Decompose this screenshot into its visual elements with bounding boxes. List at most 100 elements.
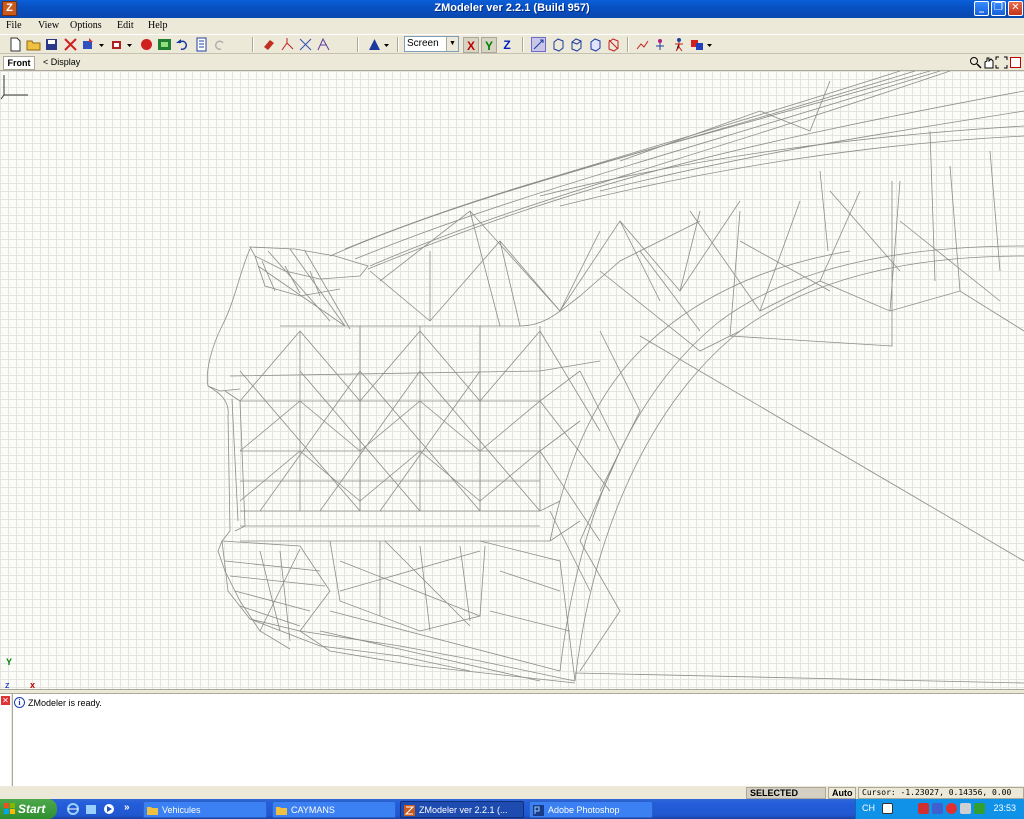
- material-dropdown-icon[interactable]: [383, 37, 391, 52]
- zoom-icon[interactable]: [969, 56, 982, 69]
- import-dropdown-icon[interactable]: [98, 37, 106, 52]
- title-bar: Z ZModeler ver 2.2.1 (Build 957) _ ❐ ✕: [0, 0, 1024, 18]
- status-bar: SELECTED MODE Auto Cursor: -1.23027, 0.1…: [0, 786, 1024, 808]
- keyboard-icon[interactable]: [882, 803, 893, 814]
- export-icon[interactable]: [110, 37, 125, 52]
- task-photoshop[interactable]: Adobe Photoshop: [529, 801, 653, 818]
- coord-system-select[interactable]: Screen ▼: [404, 36, 459, 52]
- cube-select-icon[interactable]: [551, 37, 566, 52]
- task-zmodeler[interactable]: ZModeler ver 2.2.1 (...: [400, 801, 524, 818]
- face-tool-icon[interactable]: [316, 37, 331, 52]
- axis-z-toggle[interactable]: Z: [499, 37, 515, 53]
- close-icon[interactable]: ✕: [1, 696, 10, 705]
- volume-icon[interactable]: [960, 803, 971, 814]
- system-tray: CH 23:53: [855, 799, 1024, 819]
- record-icon[interactable]: [139, 37, 154, 52]
- import-icon[interactable]: [81, 37, 96, 52]
- menu-edit[interactable]: Edit: [117, 20, 134, 31]
- cursor-coordinates: Cursor: -1.23027, 0.14356, 0.00: [858, 787, 1024, 799]
- redo-icon[interactable]: [212, 37, 227, 52]
- quicklaunch-more[interactable]: »: [124, 802, 130, 813]
- antivirus-icon[interactable]: [918, 803, 929, 814]
- undo-icon[interactable]: [175, 37, 190, 52]
- menu-bar: File View Options Edit Help: [0, 18, 1024, 34]
- toolbar-separator: [397, 37, 399, 52]
- gizmo-y-label: Y: [6, 657, 13, 667]
- internet-explorer-icon[interactable]: [66, 802, 80, 816]
- bone-icon[interactable]: [653, 37, 668, 52]
- front-viewport[interactable]: Y x z: [0, 71, 1024, 690]
- folder-icon: [147, 807, 158, 815]
- maximize-view-icon[interactable]: [1009, 56, 1022, 69]
- chevron-down-icon[interactable]: ▼: [446, 37, 458, 51]
- character-icon[interactable]: [672, 37, 687, 52]
- axis-y-toggle[interactable]: Y: [481, 37, 497, 53]
- toolbar-separator: [522, 37, 524, 52]
- photoshop-icon: [533, 805, 544, 816]
- menu-file[interactable]: File: [6, 20, 22, 31]
- paint-icon[interactable]: [262, 37, 277, 52]
- clock[interactable]: 23:53: [993, 803, 1016, 813]
- media-player-icon[interactable]: [102, 802, 116, 816]
- menu-help[interactable]: Help: [148, 20, 167, 31]
- security-shield-icon[interactable]: [946, 803, 957, 814]
- minimize-button[interactable]: _: [974, 1, 989, 16]
- close-button[interactable]: ✕: [1008, 1, 1023, 16]
- folder-icon: [276, 807, 287, 815]
- menu-view[interactable]: View: [38, 20, 59, 31]
- task-caymans[interactable]: CAYMANS: [272, 801, 396, 818]
- cube-delete-icon[interactable]: [606, 37, 621, 52]
- language-indicator[interactable]: CH: [862, 803, 875, 813]
- taskbar: Start » Vehicules CAYMANS ZModeler ver 2…: [0, 799, 1024, 819]
- select-arrow-icon[interactable]: [531, 37, 546, 52]
- auto-status: Auto: [828, 787, 856, 799]
- menu-options[interactable]: Options: [70, 20, 102, 31]
- toolbar-separator: [357, 37, 359, 52]
- axis-x-toggle[interactable]: X: [463, 37, 479, 53]
- toolbar-separator: [627, 37, 629, 52]
- edge-tool-icon[interactable]: [298, 37, 313, 52]
- start-label: Start: [18, 802, 46, 816]
- explorer-icon[interactable]: [84, 802, 98, 816]
- wireframe-mesh: [206, 71, 1024, 684]
- restore-button[interactable]: ❐: [991, 1, 1006, 16]
- save-icon[interactable]: [44, 37, 59, 52]
- zmodeler-icon: [404, 805, 415, 816]
- view-tab-front[interactable]: Front: [3, 56, 35, 70]
- selected-mode-status: SELECTED MODE: [746, 787, 826, 808]
- network-icon[interactable]: [932, 803, 943, 814]
- link-icon[interactable]: [635, 37, 650, 52]
- log-panel: ✕ i ZModeler is ready.: [0, 693, 1024, 786]
- cube-rotate-icon[interactable]: [588, 37, 603, 52]
- windows-flag-icon: [4, 803, 15, 814]
- log-entry: i ZModeler is ready.: [14, 697, 102, 708]
- material-icon[interactable]: [367, 37, 382, 52]
- render-icon[interactable]: [157, 37, 172, 52]
- display-menu[interactable]: < Display: [43, 57, 80, 67]
- coord-system-value: Screen: [407, 38, 439, 49]
- fit-view-icon[interactable]: [995, 56, 1008, 69]
- vertex-tool-icon[interactable]: [280, 37, 295, 52]
- start-button[interactable]: Start: [0, 799, 57, 819]
- gizmo-x-label: x: [30, 680, 36, 690]
- cube-move-icon[interactable]: [569, 37, 584, 52]
- axis-gizmo: [0, 75, 28, 100]
- scene-dropdown-icon[interactable]: [706, 37, 714, 52]
- task-label: ZModeler ver 2.2.1 (...: [419, 805, 508, 815]
- update-icon[interactable]: [974, 803, 985, 814]
- pan-hand-icon[interactable]: [982, 56, 995, 69]
- window-title: ZModeler ver 2.2.1 (Build 957): [434, 2, 590, 14]
- gizmo-z-label: z: [5, 680, 10, 690]
- task-label: Adobe Photoshop: [548, 805, 620, 815]
- log-splitter[interactable]: [11, 694, 13, 786]
- open-folder-icon[interactable]: [26, 37, 41, 52]
- task-label: CAYMANS: [291, 805, 335, 815]
- properties-icon[interactable]: [194, 37, 209, 52]
- scene-icon[interactable]: [690, 37, 705, 52]
- new-file-icon[interactable]: [8, 37, 23, 52]
- view-header: Front < Display: [0, 55, 1024, 71]
- main-toolbar: Screen ▼ X Y Z: [0, 34, 1024, 54]
- delete-icon[interactable]: [63, 37, 78, 52]
- export-dropdown-icon[interactable]: [126, 37, 134, 52]
- task-vehicules[interactable]: Vehicules: [143, 801, 267, 818]
